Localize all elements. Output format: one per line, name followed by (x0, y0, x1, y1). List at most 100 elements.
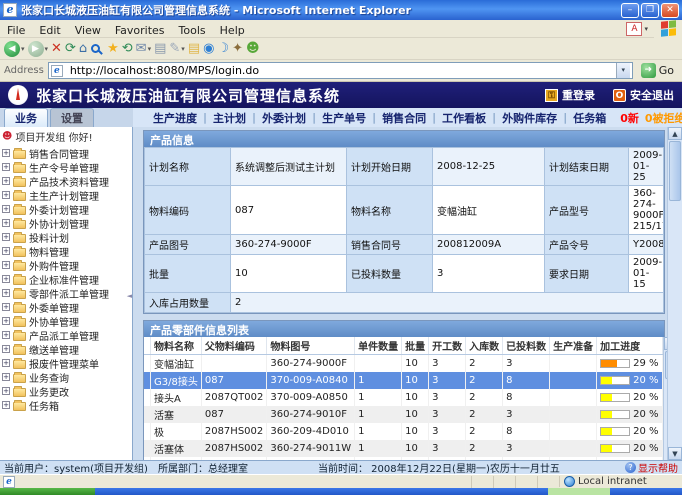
go-button[interactable]: ➜ Go (637, 63, 678, 78)
nav-link-3[interactable]: 外委计划 (256, 110, 312, 126)
tree-node[interactable]: +外委单管理 (0, 300, 132, 314)
tree-node[interactable]: +投料计划 (0, 230, 132, 244)
dropdown-icon[interactable]: ▾ (21, 45, 25, 53)
table-row[interactable]: 活塞体2087HS002360-274-9011W11032320 % (144, 440, 662, 457)
expand-icon[interactable]: + (2, 401, 10, 409)
tree-node[interactable]: +销售合同管理 (0, 146, 132, 160)
edit-button[interactable]: ✎▾ (169, 41, 184, 57)
tab-settings[interactable]: 设置 (50, 108, 94, 127)
address-url[interactable]: http://localhost:8080/MPS/login.do (70, 64, 613, 77)
expand-icon[interactable]: + (2, 205, 10, 213)
home-button[interactable]: ⌂ (79, 41, 87, 57)
tree-node[interactable]: +缴送单管理 (0, 342, 132, 356)
expand-icon[interactable]: + (2, 387, 10, 395)
tree-node[interactable]: +外购件管理 (0, 258, 132, 272)
tree-node[interactable]: +外协计划管理 (0, 216, 132, 230)
column-header[interactable]: 父物料编码 (201, 337, 267, 355)
column-header[interactable]: 开工数 (429, 337, 466, 355)
column-header[interactable]: 批量 (402, 337, 429, 355)
menu-item-tools[interactable]: Tools (172, 24, 213, 37)
column-header[interactable]: 加工进度 (597, 337, 662, 355)
tree-node[interactable]: +业务更改 (0, 384, 132, 398)
refresh-button[interactable]: ⟳ (65, 41, 76, 57)
nav-link-6[interactable]: 工作看板 (436, 110, 492, 126)
maximize-button[interactable]: ❒ (641, 3, 659, 18)
address-dropdown-icon[interactable]: ▾ (616, 63, 630, 78)
start-button[interactable] (0, 488, 95, 495)
tree-node[interactable]: +任务箱 (0, 398, 132, 412)
nav-link-1[interactable]: 生产进度 (147, 110, 203, 126)
expand-icon[interactable]: + (2, 247, 10, 255)
research-button[interactable]: ✦ (232, 41, 243, 57)
minimize-button[interactable]: – (621, 3, 639, 18)
column-header[interactable]: 物料图号 (267, 337, 355, 355)
acrobat-dropdown-icon[interactable]: ▾ (644, 25, 648, 33)
column-header[interactable]: 生产准备 (550, 337, 597, 355)
relogin-link[interactable]: ⚿ 重登录 (545, 87, 595, 103)
tree-node[interactable]: +报废件管理菜单 (0, 356, 132, 370)
address-input[interactable]: e http://localhost:8080/MPS/login.do ▾ (48, 62, 633, 79)
history-button[interactable]: ⟲ (122, 41, 133, 57)
tree-node[interactable]: +产品派工单管理 (0, 328, 132, 342)
table-row[interactable]: 极2087HS002360-209-4D01011032820 % (144, 423, 662, 440)
table-row[interactable]: 接头A2087QT002370-009-A085011032820 % (144, 389, 662, 406)
print-button[interactable]: ▤ (154, 41, 166, 57)
tree-node[interactable]: +外委计划管理 (0, 202, 132, 216)
menu-item-edit[interactable]: Edit (32, 24, 67, 37)
expand-icon[interactable]: + (2, 177, 10, 185)
new-tasks-badge[interactable]: 0新 (620, 110, 639, 126)
scroll-thumb[interactable] (669, 141, 681, 201)
expand-icon[interactable]: + (2, 303, 10, 311)
taskbar-item[interactable] (548, 488, 610, 495)
column-header[interactable]: 物料名称 (151, 337, 202, 355)
menu-item-help[interactable]: Help (213, 24, 252, 37)
expand-icon[interactable]: + (2, 163, 10, 171)
expand-icon[interactable]: + (2, 317, 10, 325)
nav-link-5[interactable]: 销售合同 (376, 110, 432, 126)
nav-link-8[interactable]: 任务箱 (567, 110, 612, 126)
expand-icon[interactable]: + (2, 345, 10, 353)
menu-item-view[interactable]: View (68, 24, 108, 37)
expand-icon[interactable]: + (2, 149, 10, 157)
expand-icon[interactable]: + (2, 359, 10, 367)
tree-node[interactable]: +业务查询 (0, 370, 132, 384)
acrobat-icon[interactable]: A (626, 22, 642, 36)
tree-node[interactable]: +零部件派工单管理 (0, 286, 132, 300)
column-header[interactable]: 入库数 (466, 337, 503, 355)
msn-globe-button[interactable]: ◉ (203, 41, 214, 57)
scroll-down-icon[interactable]: ▼ (668, 447, 682, 460)
scroll-up-icon[interactable]: ▲ (668, 127, 682, 140)
stop-button[interactable]: ✕ (51, 41, 62, 57)
table-row[interactable]: 活塞087360-274-9010F11032320 % (144, 406, 662, 423)
show-help-link[interactable]: ? 显示帮助 (625, 460, 678, 474)
favorites-button[interactable]: ★ (107, 41, 119, 57)
nav-link-4[interactable]: 生产单号 (316, 110, 372, 126)
column-header[interactable]: 单件数量 (355, 337, 402, 355)
nav-link-7[interactable]: 外购件库存 (496, 110, 563, 126)
nav-link-2[interactable]: 主计划 (207, 110, 252, 126)
tree-node[interactable]: +企业标准件管理 (0, 272, 132, 286)
tab-business[interactable]: 业务 (4, 108, 48, 127)
logout-link[interactable]: O 安全退出 (613, 87, 674, 103)
dropdown-icon[interactable]: ▾ (148, 45, 152, 53)
expand-icon[interactable]: + (2, 261, 10, 269)
menu-item-file[interactable]: File (0, 24, 32, 37)
messenger-swoosh-button[interactable]: ☽ (217, 41, 229, 57)
forward-button[interactable]: ▶▾ (28, 41, 49, 57)
back-button[interactable]: ◀▾ (4, 41, 25, 57)
table-row[interactable]: 变幅油缸360-274-9000F1032329 % (144, 355, 662, 373)
notes-button[interactable]: ▤ (188, 41, 200, 57)
sidebar-collapse-icon[interactable]: ◄ (127, 292, 132, 300)
column-header[interactable]: 已投料数 (503, 337, 550, 355)
tree-node[interactable]: +生产令号单管理 (0, 160, 132, 174)
page-vertical-scrollbar[interactable]: ▲ ▼ (667, 127, 682, 460)
tree-node[interactable]: +产品技术资料管理 (0, 174, 132, 188)
expand-icon[interactable]: + (2, 331, 10, 339)
expand-icon[interactable]: + (2, 233, 10, 241)
expand-icon[interactable]: + (2, 275, 10, 283)
people-button[interactable]: ☻ (246, 41, 260, 57)
close-button[interactable]: ✕ (661, 3, 679, 18)
dropdown-icon[interactable]: ▾ (181, 45, 185, 53)
tree-node[interactable]: +物料管理 (0, 244, 132, 258)
tree-node[interactable]: +外协单管理 (0, 314, 132, 328)
